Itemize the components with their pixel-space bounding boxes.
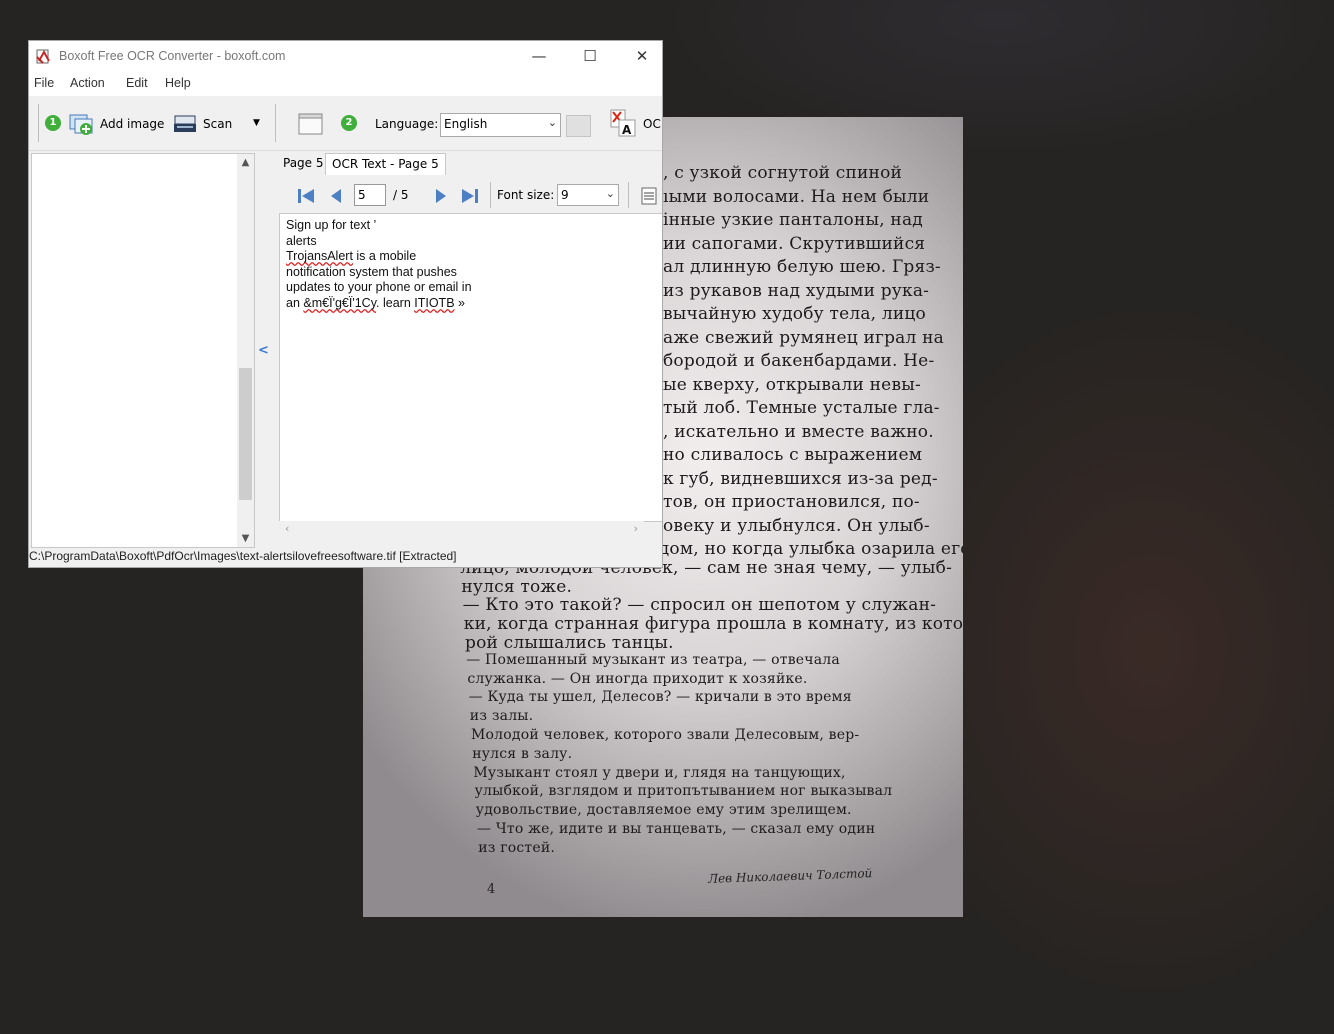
book-text-line: удовольствие, доставляемое ему этим зрел… — [475, 802, 852, 819]
book-text-line: овеку и улыбнулся. Он улыб- — [663, 515, 930, 536]
ocr-line: alerts — [286, 234, 317, 248]
minimize-button[interactable]: — — [516, 41, 562, 72]
book-text-line: бородой и бакенбардами. Не- — [663, 351, 935, 371]
menu-action[interactable]: Action — [70, 76, 105, 90]
book-text-line: — Помешанный музыкант из театра, — отвеч… — [466, 651, 840, 668]
menu-file[interactable]: File — [34, 76, 54, 90]
book-text-line: інные узкие панталоны, над — [663, 210, 923, 230]
add-image-icon[interactable] — [69, 112, 93, 136]
toolbar-separator — [38, 104, 39, 142]
book-text-line: ал длинную белую шею. Гряз- — [663, 257, 941, 277]
book-text-line: ые кверху, открывали невы- — [663, 374, 921, 395]
ocr-text-area[interactable]: Sign up for text ’ alerts TrojansAlert i… — [279, 213, 662, 522]
close-button[interactable]: ✕ — [619, 41, 662, 72]
book-text-line: тов, он приостановился, по- — [663, 492, 920, 512]
ocr-line: notification system that pushes — [286, 265, 457, 279]
scrollbar-thumb[interactable] — [239, 368, 252, 500]
book-text-line: из гостей. — [478, 839, 556, 856]
font-size-select[interactable]: 9 ⌄ — [557, 184, 619, 206]
text-options-icon[interactable] — [641, 187, 657, 205]
book-text-line: , с узкой согнутой спиной — [663, 163, 903, 183]
book-text-line: улыбкой, взглядом и притопътыванием ног … — [474, 783, 893, 800]
book-text-line: — Кто это такой? — спросил он шепотом у … — [462, 595, 937, 616]
scanner-icon[interactable] — [173, 112, 197, 136]
layout-toggle-icon[interactable] — [298, 113, 324, 135]
book-text-line: к губ, видневшихся из-за ред- — [663, 468, 938, 489]
step-two-icon: 2 — [341, 115, 357, 131]
book-text-line: служанка. — Он иногда приходит к хозяйке… — [467, 670, 808, 687]
scroll-right-arrow-icon[interactable]: › — [634, 522, 638, 535]
font-size-label: Font size: — [497, 188, 555, 202]
svg-text:A: A — [622, 123, 632, 137]
language-select[interactable]: English ⌄ — [440, 113, 561, 137]
menu-help[interactable]: Help — [165, 76, 191, 90]
ocr-line: Sign up for text ’ — [286, 218, 377, 232]
ocr-button[interactable]: OC — [643, 117, 661, 131]
ocr-converter-window: Boxoft Free OCR Converter - boxoft.com —… — [29, 41, 662, 567]
book-text-line: из рукавов над худыми рука- — [663, 280, 930, 301]
status-bar: C:\ProgramData\Boxoft\PdfOcr\Images\text… — [29, 549, 662, 567]
toolbar-separator — [275, 104, 276, 142]
page-number-input[interactable]: 5 — [354, 184, 386, 206]
app-logo-icon — [36, 49, 50, 64]
chevron-down-icon: ⌄ — [605, 187, 615, 200]
nav-separator — [628, 182, 629, 208]
book-text-line: но сливалось с выражением — [663, 445, 923, 465]
toolbar: 1 Add image Scan ▼ 2 Language: English ⌄ — [29, 96, 662, 151]
ocr-line: updates to your phone or email in — [286, 280, 472, 294]
book-text-line: — Что же, идите и вы танцевать, — сказал… — [477, 821, 876, 837]
horizontal-scrollbar[interactable]: ‹ › — [279, 521, 644, 538]
maximize-button[interactable]: ☐ — [567, 41, 613, 72]
book-text-line: аже свежий румянец играл на — [663, 327, 944, 348]
first-page-icon[interactable] — [297, 188, 315, 204]
book-text-line: — Куда ты ушел, Делесов? — кричали в это… — [468, 689, 852, 706]
scroll-down-arrow-icon[interactable]: ▼ — [237, 530, 254, 547]
tab-ocr-text[interactable]: OCR Text - Page 5 — [325, 153, 446, 175]
tab-strip: Page 5 OCR Text - Page 5 — [277, 151, 662, 175]
book-page-number: 4 — [487, 882, 496, 897]
book-text-line: ии сапогами. Скрутившийся — [663, 233, 926, 254]
step-one-icon: 1 — [45, 115, 61, 131]
book-text-line: Музыкант стоял у двери и, глядя на танцу… — [473, 764, 846, 781]
ocr-line: TrojansAlert is a mobile — [286, 249, 417, 263]
language-value: English — [444, 117, 488, 131]
window-title: Boxoft Free OCR Converter - boxoft.com — [59, 49, 286, 63]
collapse-panel-arrow-icon[interactable]: < — [258, 343, 269, 358]
book-text-line: нулся в залу. — [472, 745, 573, 762]
chevron-down-icon: ⌄ — [547, 116, 557, 129]
book-text-line: из залы. — [469, 708, 534, 725]
menu-edit[interactable]: Edit — [126, 76, 148, 90]
previous-page-icon[interactable] — [330, 188, 342, 204]
last-page-icon[interactable] — [461, 188, 479, 204]
font-size-value: 9 — [561, 188, 569, 202]
title-bar: Boxoft Free OCR Converter - boxoft.com —… — [29, 41, 662, 72]
book-text-line: нулся тоже. — [461, 576, 573, 597]
book-text-line: , искательно и вместе важно. — [663, 421, 934, 442]
book-text-line: тый лоб. Темные усталые гла- — [663, 398, 940, 418]
add-image-button[interactable]: Add image — [100, 117, 164, 131]
scroll-up-arrow-icon[interactable]: ▲ — [237, 154, 254, 171]
tab-page[interactable]: Page 5 — [277, 153, 330, 174]
book-text-line: ки, когда странная фигура прошла в комна… — [463, 614, 963, 635]
scan-dropdown-arrow[interactable]: ▼ — [253, 118, 260, 128]
nav-separator — [490, 182, 491, 208]
scroll-left-arrow-icon[interactable]: ‹ — [285, 522, 289, 535]
thumbnail-scrollbar[interactable]: ▲ ▼ — [237, 154, 254, 547]
book-text-line: Молодой человек, которого звали Делесовы… — [471, 727, 860, 743]
language-settings-button[interactable] — [566, 115, 591, 137]
book-text-line: рой слышались танцы. — [465, 633, 674, 653]
ocr-icon[interactable]: A — [607, 108, 637, 138]
book-text-line: ıыми волосами. На нем были — [663, 186, 930, 207]
language-label: Language: — [375, 117, 439, 131]
scan-button[interactable]: Scan — [203, 117, 232, 131]
page-thumbnail-panel[interactable]: ▲ ▼ — [31, 153, 255, 548]
next-page-icon[interactable] — [435, 188, 447, 204]
ocr-line: an &m€Ï'g€Ï'1Cy. learn ITIOTB » — [286, 296, 465, 310]
menu-bar: File Action Edit Help — [29, 72, 662, 96]
book-text-line: вычайную худобу тела, лицо — [663, 304, 926, 324]
page-total: / 5 — [393, 188, 409, 202]
page-navigation-bar: 5 / 5 Font size: 9 ⌄ — [277, 179, 662, 211]
